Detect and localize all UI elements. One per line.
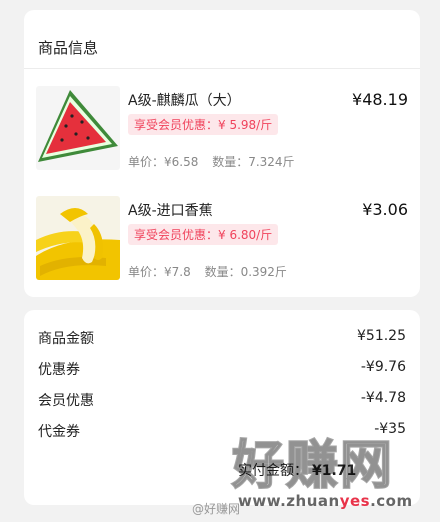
watermark-logo: 好赚网 [231, 436, 395, 496]
summary-value: ¥51.25 [357, 328, 406, 344]
watermelon-icon [36, 86, 120, 170]
summary-row-member-discount: 会员优惠 -¥4.78 [38, 390, 406, 412]
watermark-url-highlight: yes [339, 492, 371, 510]
summary-value: -¥9.76 [360, 359, 406, 375]
summary-value: -¥35 [374, 421, 406, 437]
quantity: 数量：7.324斤 [212, 155, 295, 169]
product-info-card: 商品信息 A级-麒麟瓜（大） ¥48.19 享受会员优惠：¥ 5.98/斤 单价… [24, 10, 420, 297]
summary-label: 商品金额 [38, 331, 94, 347]
watermelon-image[interactable] [36, 86, 120, 170]
watermark-url: www.zhuanyes.com [238, 492, 413, 510]
summary-label: 优惠券 [38, 362, 80, 378]
section-title: 商品信息 [38, 39, 99, 57]
item-name: A级-麒麟瓜（大） [128, 93, 241, 109]
watermark-url-prefix: www.zhuan [238, 492, 340, 510]
member-discount-badge: 享受会员优惠：¥ 5.98/斤 [128, 114, 279, 135]
item-unit-info: 单价：¥6.58 数量：7.324斤 [128, 153, 295, 170]
banana-icon [36, 196, 120, 280]
list-item[interactable]: A级-进口香蕉 ¥3.06 享受会员优惠：¥ 6.80/斤 单价：¥7.8 数量… [24, 190, 420, 300]
watermark-url-suffix: .com [370, 492, 413, 510]
item-price: ¥3.06 [362, 200, 408, 219]
summary-value: -¥4.78 [360, 390, 406, 406]
quantity: 数量：0.392斤 [204, 265, 287, 279]
summary-row-goods-amount: 商品金额 ¥51.25 [38, 328, 406, 350]
item-name: A级-进口香蕉 [128, 203, 213, 219]
divider [24, 68, 420, 69]
unit-price: 单价：¥7.8 [128, 265, 191, 279]
weibo-watermark: @好赚网 [192, 502, 241, 516]
banana-image[interactable] [36, 196, 120, 280]
summary-label: 会员优惠 [38, 393, 94, 409]
item-unit-info: 单价：¥7.8 数量：0.392斤 [128, 263, 287, 280]
list-item[interactable]: A级-麒麟瓜（大） ¥48.19 享受会员优惠：¥ 5.98/斤 单价：¥6.5… [24, 80, 420, 190]
member-discount-badge: 享受会员优惠：¥ 6.80/斤 [128, 224, 279, 245]
summary-label: 代金券 [38, 424, 80, 440]
unit-price: 单价：¥6.58 [128, 155, 199, 169]
item-price: ¥48.19 [352, 90, 408, 109]
summary-row-coupon[interactable]: 优惠券 -¥9.76 [38, 359, 406, 381]
